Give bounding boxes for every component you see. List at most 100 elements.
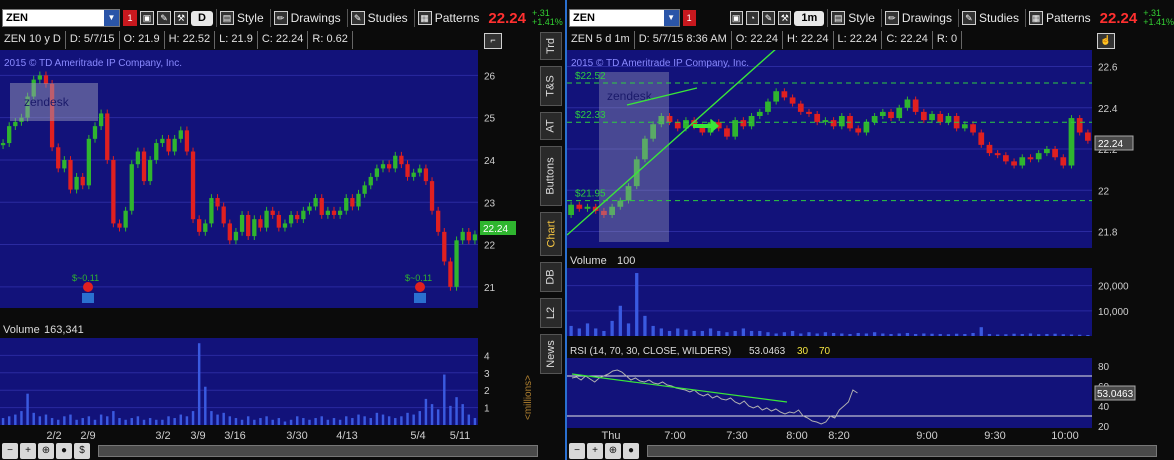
zoom-out-button[interactable]: − [2, 442, 18, 459]
right-volume-bar [840, 333, 844, 336]
side-tab-buttons[interactable]: Buttons [540, 146, 562, 206]
chevron-down-icon[interactable]: ▼ [663, 10, 679, 26]
left-volume-bar [357, 414, 360, 425]
horizontal-scrollbar[interactable] [98, 444, 538, 457]
right-volume-bar [807, 332, 811, 336]
left-info-bar: ZEN 10 y D D: 5/7/15 O: 21.9 H: 22.52 L: 21.… [0, 31, 353, 49]
left-price-candle [190, 151, 196, 220]
left-volume-bar [118, 418, 121, 425]
left-price-candle [178, 130, 183, 139]
side-tab-label: T&S [545, 75, 557, 97]
left-volume-bar [351, 418, 354, 425]
zoom-out-button[interactable]: − [569, 442, 585, 459]
left-aggregation-button[interactable]: D [191, 10, 213, 26]
left-price-candle [466, 231, 471, 241]
left-volume-y-tick: 2 [484, 386, 490, 397]
link-icon[interactable]: 1 [123, 10, 137, 26]
drawing-button[interactable]: ● [623, 442, 639, 459]
dollar-button[interactable]: $ [74, 442, 90, 459]
right-aggregation-button[interactable]: 1m [794, 10, 825, 26]
right-price-candle [781, 91, 788, 98]
side-tab-chart[interactable]: Chart [540, 212, 562, 256]
clock-icon[interactable]: ◔ [745, 11, 759, 25]
right-patterns-button[interactable]: ▦ Patterns [1024, 9, 1094, 27]
left-price-candle [258, 219, 263, 228]
left-price-candle [331, 210, 337, 215]
side-tab-l2[interactable]: L2 [540, 298, 562, 328]
right-x-tick: 9:00 [916, 430, 937, 440]
right-volume-bar [946, 334, 951, 336]
link-icon[interactable]: 1 [682, 10, 696, 26]
left-info-item: L: 21.9 [215, 31, 258, 49]
right-price-candle [838, 116, 845, 127]
zoom-in-button[interactable]: + [20, 442, 36, 459]
right-price-y-tick: 22 [1098, 186, 1110, 197]
left-price-y-tick: 24 [484, 156, 496, 167]
right-style-button[interactable]: ▤ Style [827, 9, 878, 27]
side-tab-label: DB [545, 269, 557, 285]
left-volume-bar [467, 414, 471, 425]
left-volume-y-tick: 4 [484, 351, 490, 362]
side-tab-ts[interactable]: T&S [540, 66, 562, 106]
left-price-candle [92, 126, 98, 139]
left-price-candle [184, 130, 190, 152]
right-rsi-y-tick: 80 [1098, 362, 1110, 373]
expand-icon[interactable]: ⌐ [484, 33, 502, 49]
chart-settings-icon[interactable]: ▣ [729, 11, 743, 25]
left-volume-bar [185, 416, 189, 425]
right-rsi-y-tick: 40 [1098, 402, 1110, 413]
left-price-candle [246, 214, 251, 237]
left-volume-bar [449, 405, 452, 425]
drawing-tool-icon[interactable]: ✎ [157, 11, 171, 25]
right-price-label: 22.24 [1098, 139, 1123, 150]
cursor-hand-icon[interactable]: ☝ [1097, 33, 1115, 49]
left-price-candle [313, 198, 318, 207]
wrench-icon[interactable]: ⚒ [778, 11, 792, 25]
right-x-tick: Thu [602, 430, 621, 440]
right-drawings-button[interactable]: ✏ Drawings [880, 9, 955, 27]
drawing-tool-icon[interactable]: ✎ [761, 11, 776, 25]
left-patterns-button[interactable]: ▦ Patterns [413, 9, 483, 27]
left-price-candle [374, 168, 380, 177]
right-volume-bar [1004, 334, 1008, 336]
wrench-icon[interactable]: ⚒ [174, 11, 188, 25]
right-price-candle [1052, 149, 1058, 158]
left-symbol-field[interactable]: ZEN ▼ [2, 9, 120, 27]
side-tab-trd[interactable]: Trd [540, 32, 562, 60]
right-price-candle [797, 103, 804, 112]
left-price-candle [399, 155, 404, 165]
left-volume-bar [56, 419, 60, 425]
left-volume-bar [295, 416, 299, 425]
horizontal-scrollbar[interactable] [647, 444, 1157, 457]
right-symbol-field[interactable]: ZEN ▼ [569, 9, 680, 27]
left-price-y-tick: 26 [484, 71, 496, 82]
chevron-down-icon[interactable]: ▼ [104, 10, 119, 26]
left-price-candle [282, 223, 288, 228]
left-price-y-tick: 21 [484, 283, 496, 294]
left-chart-svg: 2122232425262015 © TD Ameritrade IP Comp… [0, 50, 534, 440]
left-price-candle [68, 159, 73, 190]
left-drawings-button[interactable]: ✏ Drawings [269, 9, 344, 27]
left-price-candle [43, 75, 49, 84]
right-volume-bar [749, 330, 754, 336]
side-tab-news[interactable]: News [540, 334, 562, 374]
right-volume-bar [774, 333, 778, 336]
patterns-icon: ▦ [417, 11, 432, 25]
right-volume-bar [684, 329, 688, 336]
left-price-candle [147, 159, 153, 182]
side-tab-db[interactable]: DB [540, 262, 562, 292]
right-volume-bar [708, 328, 713, 336]
right-price-candle [1044, 149, 1050, 154]
chart-settings-icon[interactable]: ▣ [140, 11, 154, 25]
crosshair-button[interactable]: ⊕ [605, 442, 621, 459]
side-tab-label: L2 [545, 306, 557, 320]
right-studies-button[interactable]: ✎ Studies [957, 9, 1022, 27]
right-volume-bar [897, 333, 901, 336]
drawing-button[interactable]: ● [56, 442, 72, 459]
side-tab-at[interactable]: AT [540, 112, 562, 140]
left-volume-bar [228, 416, 232, 425]
crosshair-button[interactable]: ⊕ [38, 442, 54, 459]
left-studies-button[interactable]: ✎ Studies [346, 9, 411, 27]
left-style-button[interactable]: ▤ Style [215, 9, 267, 27]
zoom-in-button[interactable]: + [587, 442, 603, 459]
